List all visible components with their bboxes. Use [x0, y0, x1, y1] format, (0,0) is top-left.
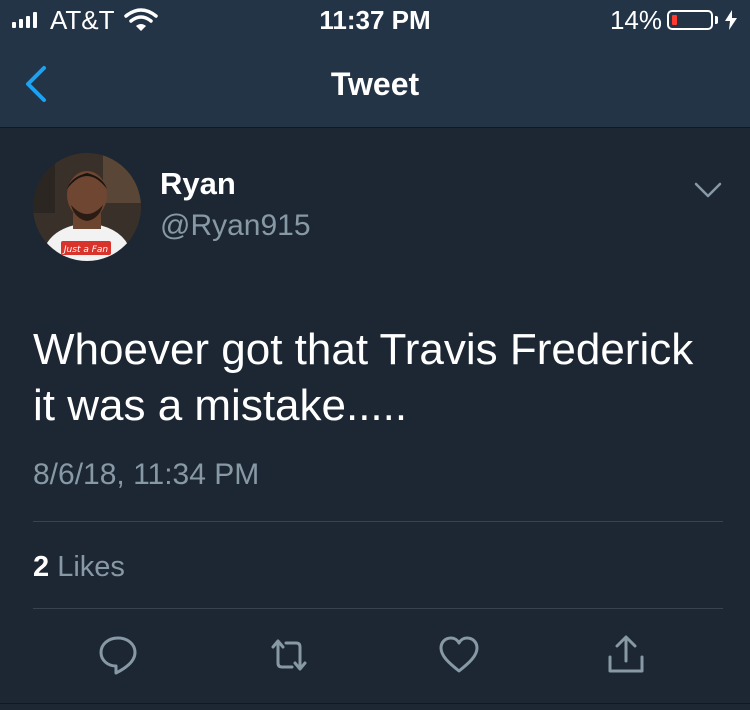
- tweet-text: Whoever got that Travis Frederick it was…: [33, 325, 694, 430]
- nav-bar: Tweet: [0, 40, 750, 128]
- user-handle[interactable]: @Ryan915: [160, 209, 311, 243]
- divider: [33, 521, 723, 522]
- battery-percent: 14%: [609, 5, 662, 35]
- retweet-icon[interactable]: [267, 633, 311, 677]
- tweet-timestamp: 8/6/18, 11:34 PM: [33, 458, 260, 491]
- display-name[interactable]: Ryan: [160, 166, 236, 202]
- battery-level-fill: [672, 15, 677, 25]
- status-bar: AT&T 11:37 PM 14%: [0, 0, 750, 40]
- likes-summary[interactable]: 2 Likes: [33, 550, 125, 584]
- like-icon[interactable]: [437, 633, 481, 677]
- share-icon[interactable]: [604, 633, 648, 677]
- chevron-down-icon[interactable]: [693, 180, 723, 200]
- reply-icon[interactable]: [96, 633, 140, 677]
- likes-count: 2: [33, 551, 50, 583]
- page-title: Tweet: [330, 66, 420, 102]
- charging-icon: [725, 10, 737, 30]
- bottom-divider: [0, 703, 750, 704]
- battery-icon: [667, 10, 713, 30]
- battery-nub: [715, 16, 718, 24]
- avatar[interactable]: Just a Fan: [33, 153, 141, 261]
- avatar-shirt-text: Just a Fan: [62, 245, 109, 255]
- likes-label: Likes: [57, 551, 125, 583]
- avatar-image: Just a Fan: [33, 153, 141, 261]
- divider: [33, 608, 723, 609]
